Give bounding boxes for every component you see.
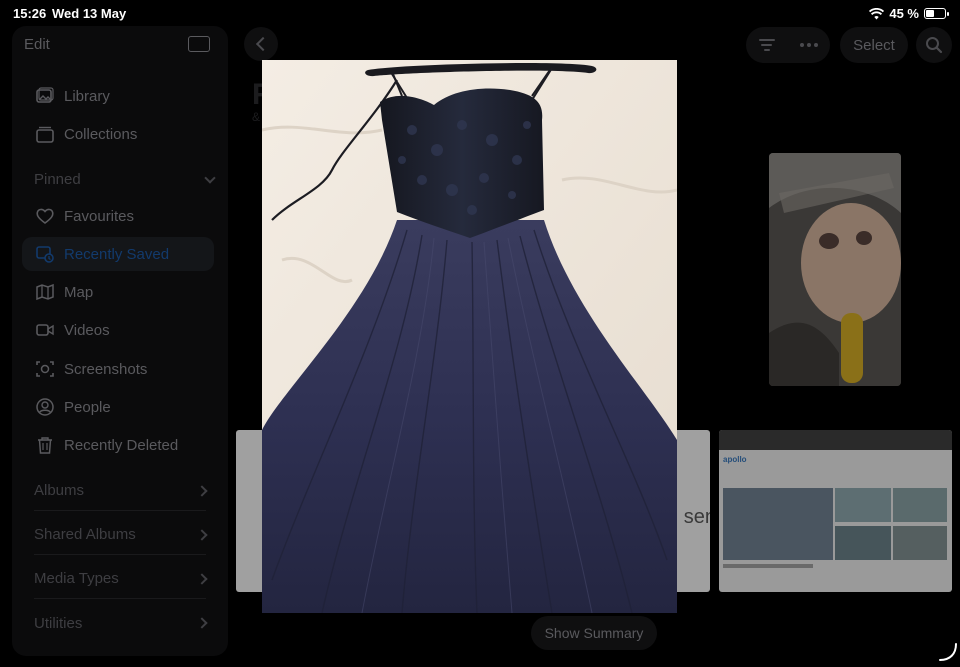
ellipsis-icon[interactable] xyxy=(799,43,818,47)
website-tile xyxy=(835,488,891,522)
chevron-right-icon xyxy=(196,528,208,541)
select-button[interactable]: Select xyxy=(840,27,908,63)
sidebar-item-recently-deleted[interactable]: Recently Deleted xyxy=(22,428,214,462)
activity-spinner-icon xyxy=(939,643,957,661)
photos-app: 15:26 Wed 13 May 45 % Edit Library Colle… xyxy=(0,0,960,667)
battery-icon xyxy=(924,8,949,19)
sidebar-group-label: Albums xyxy=(34,482,85,499)
sidebar-item-people[interactable]: People xyxy=(22,390,214,424)
sidebar-item-label: Collections xyxy=(64,125,138,143)
sidebar-item-favourites[interactable]: Favourites xyxy=(22,199,214,233)
sidebar-group-label: Media Types xyxy=(34,570,119,587)
sidebar-item-map[interactable]: Map xyxy=(22,275,214,309)
website-screenshot-thumbnail[interactable]: apollo xyxy=(719,430,952,592)
photo-preview[interactable] xyxy=(262,60,677,613)
chevron-right-icon xyxy=(196,484,208,497)
search-button[interactable] xyxy=(916,27,952,63)
chevron-down-icon xyxy=(204,171,216,184)
sidebar-item-label: Map xyxy=(64,283,94,301)
sidebar-item-screenshots[interactable]: Screenshots xyxy=(22,352,214,386)
heart-icon xyxy=(34,205,56,227)
document-thumbnail-text: sen xyxy=(683,506,710,528)
website-caption xyxy=(723,564,813,568)
website-hero-image xyxy=(723,488,833,560)
show-summary-button[interactable]: Show Summary xyxy=(531,616,657,650)
wifi-icon xyxy=(869,7,885,19)
sidebar-group-albums[interactable]: Albums xyxy=(34,471,208,511)
sidebar-toggle-icon[interactable] xyxy=(188,36,210,52)
sidebar-group-utilities[interactable]: Utilities xyxy=(34,603,208,643)
library-subtitle: & xyxy=(252,110,261,124)
pinned-section-header[interactable]: Pinned xyxy=(34,171,216,188)
chevron-right-icon xyxy=(196,617,208,629)
sidebar-item-label: Screenshots xyxy=(64,360,148,378)
sidebar-group-media-types[interactable]: Media Types xyxy=(34,559,208,599)
map-icon xyxy=(34,281,56,303)
sidebar-group-label: Shared Albums xyxy=(34,526,136,543)
sidebar-item-label: Recently Deleted xyxy=(64,436,179,454)
back-button[interactable] xyxy=(244,27,278,61)
sidebar-item-videos[interactable]: Videos xyxy=(22,313,214,347)
status-bar: 15:26 Wed 13 May 45 % xyxy=(0,0,960,26)
photo-library-icon xyxy=(34,85,56,107)
filter-icon[interactable] xyxy=(758,39,775,51)
chevron-right-icon xyxy=(196,572,208,585)
selfie-image xyxy=(769,153,901,386)
website-tile xyxy=(893,526,947,560)
sidebar-item-recently-saved[interactable]: Recently Saved xyxy=(22,237,214,271)
website-tile xyxy=(835,526,891,560)
search-icon xyxy=(926,37,943,54)
sidebar: Edit Library Collections Pinned Favourit… xyxy=(12,26,228,656)
sidebar-item-label: Videos xyxy=(64,321,110,339)
battery-percent: 45 % xyxy=(889,6,919,21)
video-icon xyxy=(34,319,56,341)
trash-icon xyxy=(34,434,56,456)
screenshot-browser-bar xyxy=(719,430,952,450)
sidebar-item-label: People xyxy=(64,398,111,416)
sidebar-item-label: Library xyxy=(64,87,110,105)
sidebar-group-shared-albums[interactable]: Shared Albums xyxy=(34,515,208,555)
sidebar-group-label: Utilities xyxy=(34,614,83,632)
chevron-left-icon xyxy=(255,36,271,52)
sidebar-item-label: Recently Saved xyxy=(64,245,170,263)
photo-thumbnail-selfie[interactable] xyxy=(769,153,901,386)
dress-photo xyxy=(262,60,677,613)
website-logo: apollo xyxy=(723,455,747,464)
filter-menu-group xyxy=(746,27,830,63)
status-right: 45 % xyxy=(869,6,949,21)
edit-button[interactable]: Edit xyxy=(24,36,50,53)
screenshot-icon xyxy=(34,358,56,380)
status-date: Wed 13 May xyxy=(52,6,127,21)
sidebar-item-collections[interactable]: Collections xyxy=(22,117,214,151)
sidebar-item-library[interactable]: Library xyxy=(22,79,214,113)
recently-saved-icon xyxy=(34,243,56,265)
person-icon xyxy=(34,396,56,418)
collections-icon xyxy=(34,123,56,145)
website-tile xyxy=(893,488,947,522)
pinned-label: Pinned xyxy=(34,171,81,188)
status-time: 15:26 xyxy=(13,6,47,21)
sidebar-item-label: Favourites xyxy=(64,207,135,225)
